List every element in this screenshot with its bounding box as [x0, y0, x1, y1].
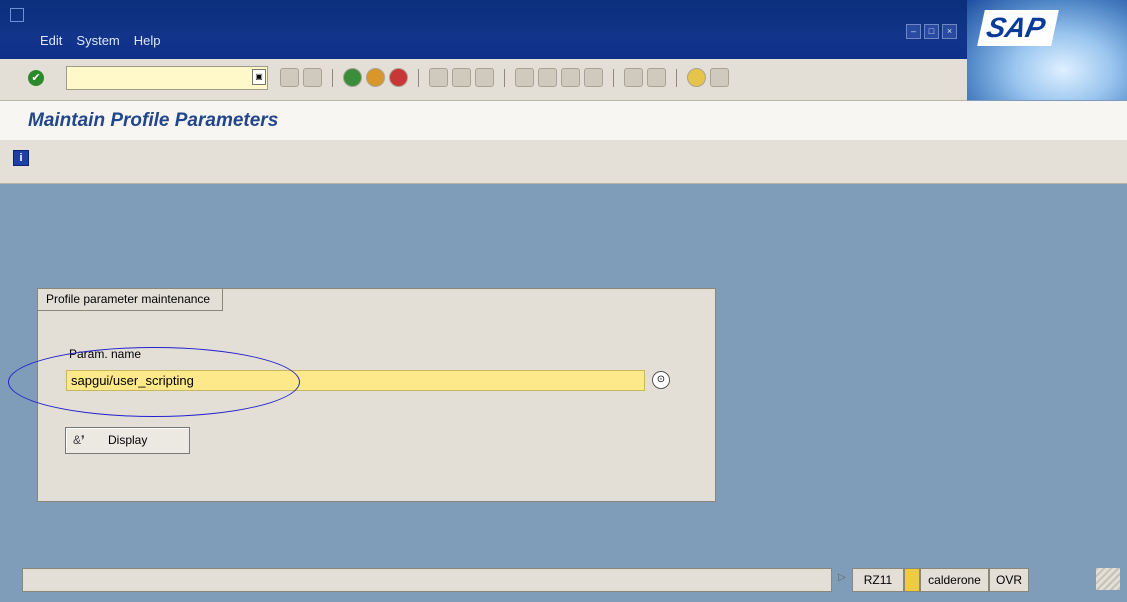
shortcut-icon[interactable] — [647, 68, 666, 87]
user-name: calderone — [920, 568, 989, 592]
layout-menu-icon[interactable] — [710, 68, 729, 87]
sap-logo: SAP — [967, 0, 1127, 100]
find-icon[interactable] — [452, 68, 471, 87]
status-bar: ▷ RZ11 calderone OVR — [0, 566, 1127, 594]
menu-items: Edit System Help — [40, 33, 161, 48]
find-next-icon[interactable] — [475, 68, 494, 87]
display-button-label: Display — [108, 433, 148, 447]
toolbar-separator — [613, 68, 614, 87]
print-icon[interactable] — [429, 68, 448, 87]
transaction-code: RZ11 — [852, 568, 904, 592]
exit-icon[interactable] — [366, 68, 385, 87]
next-page-icon[interactable] — [561, 68, 580, 87]
command-field[interactable] — [66, 66, 268, 90]
last-page-icon[interactable] — [584, 68, 603, 87]
system-menu-icon[interactable] — [10, 8, 24, 22]
page-title: Maintain Profile Parameters — [28, 110, 279, 131]
toolbar-icons — [280, 68, 729, 87]
prev-page-icon[interactable] — [538, 68, 557, 87]
toolbar-separator — [676, 68, 677, 87]
back-icon[interactable] — [343, 68, 362, 87]
cancel-icon[interactable] — [389, 68, 408, 87]
group-title: Profile parameter maintenance — [37, 288, 224, 311]
server-icon[interactable] — [904, 568, 920, 592]
display-button[interactable]: &❜ Display — [65, 427, 190, 454]
annotation-ellipse — [8, 347, 300, 417]
maximize-button[interactable]: □ — [924, 24, 939, 39]
standard-toolbar: ✔ ▣ — [0, 59, 967, 101]
toolbar-separator — [504, 68, 505, 87]
glasses-icon: &❜ — [73, 433, 85, 447]
value-help-icon[interactable]: ⊙ — [652, 371, 670, 389]
help-icon[interactable] — [687, 68, 706, 87]
title-bar: Maintain Profile Parameters — [0, 101, 1127, 141]
close-button[interactable]: × — [942, 24, 957, 39]
toolbar-separator — [418, 68, 419, 87]
application-toolbar: i — [0, 140, 1127, 184]
window-controls: – □ × — [906, 24, 957, 39]
insert-mode[interactable]: OVR — [989, 568, 1029, 592]
enter-check-icon[interactable]: ✔ — [28, 70, 44, 86]
first-page-icon[interactable] — [515, 68, 534, 87]
sap-logo-text: SAP — [977, 10, 1059, 46]
minimize-button[interactable]: – — [906, 24, 921, 39]
info-icon[interactable]: i — [13, 150, 29, 166]
menu-edit[interactable]: Edit — [40, 33, 62, 48]
create-session-icon[interactable] — [624, 68, 643, 87]
menu-bar: Edit System Help – □ × — [0, 0, 1127, 59]
back-small-icon[interactable] — [280, 68, 299, 87]
status-message-field — [22, 568, 832, 592]
status-expand-icon[interactable]: ▷ — [838, 572, 846, 583]
menu-help[interactable]: Help — [134, 33, 161, 48]
resize-grip[interactable] — [1096, 568, 1120, 590]
command-history-icon[interactable]: ▣ — [252, 69, 266, 85]
toolbar-separator — [332, 68, 333, 87]
sap-window: Edit System Help – □ × SAP ✔ ▣ Maintain … — [0, 0, 1127, 602]
menu-system[interactable]: System — [76, 33, 119, 48]
save-icon[interactable] — [303, 68, 322, 87]
